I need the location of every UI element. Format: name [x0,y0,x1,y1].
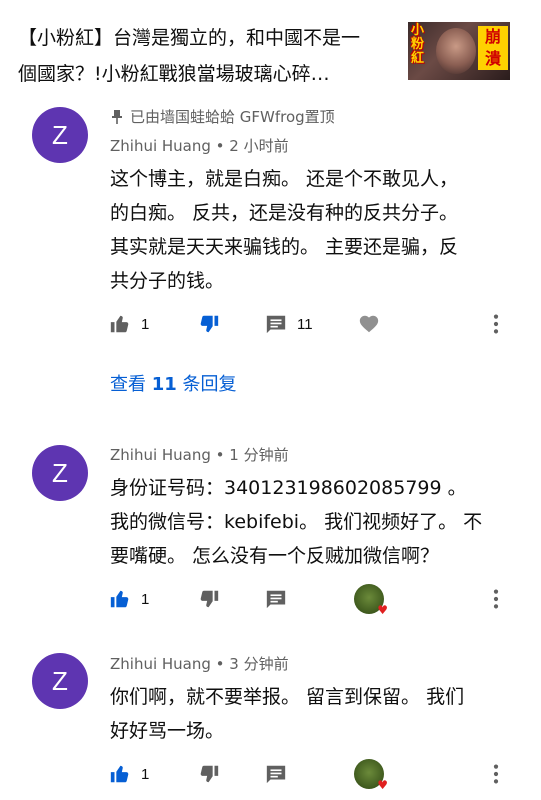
comment-text: 你们啊，就不要举报。 留言到保留。 我们 好好骂一场。 [110,680,505,748]
dislike-button[interactable] [198,759,220,789]
avatar[interactable]: Z [32,445,88,501]
more-options-button[interactable] [486,584,506,614]
comment-meta: Zhihui Huang • 3 分钟前 [110,655,289,673]
comment-line: 其实就是天天来骗钱的。 主要还是骗，反 [110,236,459,258]
video-thumbnail[interactable]: 小粉紅 崩潰 [408,22,510,80]
like-button[interactable]: 1 [109,309,149,339]
reply-button[interactable] [265,584,287,614]
comment-line: 这个博主，就是白痴。 还是个不敢见人， [110,168,459,190]
comment-icon [266,765,286,784]
dislike-button[interactable] [198,584,220,614]
comment-line: 的白痴。 反共，还是没有种的反共分子。 [110,202,459,224]
thumbs-up-icon [110,765,129,783]
creator-heart-icon: ♥ [354,759,388,791]
comment-line: 你们啊，就不要举报。 留言到保留。 我们 [110,686,465,708]
comment-meta: Zhihui Huang • 1 分钟前 [110,446,289,464]
creator-heart-badge[interactable]: ♥ [354,759,388,791]
comment-line: 身份证号码：340123198602085799 。 [110,477,467,499]
comment-line: 我的微信号：kebifebi。 我们视频好了。 不 [110,511,483,533]
video-header[interactable]: 【小粉紅】台灣是獨立的，和中國不是一個國家？!小粉紅戰狼當場玻璃心碎… 小粉紅 … [0,0,541,100]
creator-heart-badge[interactable]: ♥ [354,584,388,616]
reply-button[interactable] [265,759,287,789]
comment-actions: 1 ♥ [0,584,541,616]
video-title[interactable]: 【小粉紅】台灣是獨立的，和中國不是一個國家？!小粉紅戰狼當場玻璃心碎… [18,20,378,92]
reply-count: 11 [297,315,313,333]
heart-icon [359,315,379,333]
pinned-label: 已由墙国蛙蛤蛤 GFWfrog置顶 [110,107,335,127]
comment-meta: Zhihui Huang • 2 小时前 [110,137,289,155]
like-count: 1 [141,315,150,333]
thumbs-down-icon [200,765,219,783]
comment-line: 好好骂一场。 [110,720,225,742]
replies-suffix: 条回复 [176,374,237,395]
heart-button[interactable] [358,309,380,339]
comment-text: 这个博主，就是白痴。 还是个不敢见人， 的白痴。 反共，还是没有种的反共分子。 … [110,162,505,298]
pin-icon [112,110,122,124]
thumbs-up-icon [110,315,129,333]
thumbs-up-icon [110,590,129,608]
thumbnail-text-left: 小粉紅 [411,23,425,66]
heart-icon: ♥ [377,603,388,617]
comment-icon [266,315,286,334]
thumbs-down-icon [200,590,219,608]
comment-text: 身份证号码：340123198602085799 。 我的微信号：kebifeb… [110,471,505,573]
comment-icon [266,590,286,609]
like-count: 1 [141,590,150,608]
thumbs-down-icon [200,315,219,333]
thumbnail-face [436,28,476,74]
thumbnail-text-right: 崩潰 [478,26,508,70]
replies-prefix: 查看 [110,374,152,395]
like-button[interactable]: 1 [109,584,149,614]
avatar[interactable]: Z [32,653,88,709]
creator-heart-icon: ♥ [354,584,388,616]
pinned-text: 已由墙国蛙蛤蛤 GFWfrog置顶 [130,108,335,126]
view-replies-link[interactable]: 查看 11 条回复 [110,373,237,397]
like-button[interactable]: 1 [109,759,149,789]
more-options-button[interactable] [486,309,506,339]
more-vert-icon [493,589,499,609]
more-vert-icon [493,314,499,334]
comment-line: 要嘴硬。 怎么没有一个反贼加微信啊？ [110,545,440,567]
like-count: 1 [141,765,150,783]
replies-count: 11 [151,374,177,395]
reply-button[interactable]: 11 [265,309,313,339]
comment-actions: 1 ♥ [0,759,541,791]
heart-icon: ♥ [377,778,388,792]
avatar[interactable]: Z [32,107,88,163]
comment-line: 共分子的钱。 [110,270,225,292]
more-vert-icon [493,764,499,784]
dislike-button[interactable] [198,309,220,339]
comment-actions: 1 11 [0,309,541,339]
more-options-button[interactable] [486,759,506,789]
